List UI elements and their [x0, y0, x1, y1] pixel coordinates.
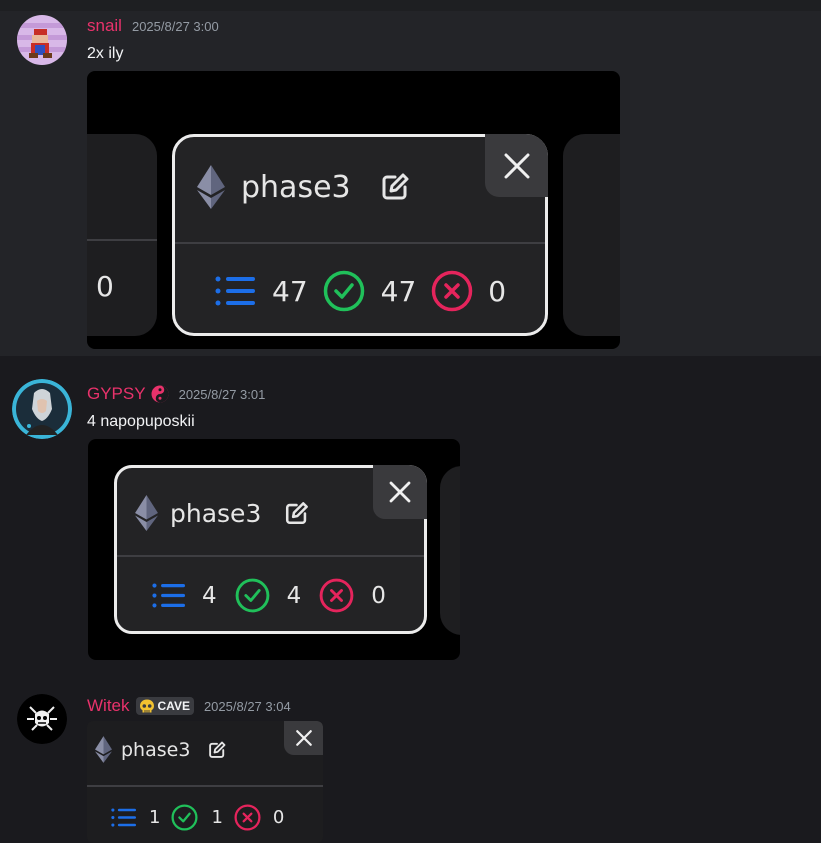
username[interactable]: snail	[87, 16, 122, 36]
image-attachment[interactable]: phase3 1 1 0	[87, 721, 323, 843]
avatar[interactable]	[12, 379, 72, 439]
divider	[117, 555, 424, 557]
card-title: phase3	[241, 169, 351, 205]
divider	[87, 785, 323, 787]
divider	[175, 242, 545, 244]
total-count: 1	[149, 807, 161, 828]
edit-icon[interactable]	[283, 500, 310, 527]
x-circle-icon	[432, 270, 473, 312]
badge-label: CAVE	[157, 699, 190, 713]
stats-row: 4 4 0	[152, 578, 386, 613]
skull-icon	[139, 699, 154, 712]
timestamp: 2025/8/27 3:01	[178, 386, 266, 402]
stats-card: phase3 1 1 0	[87, 721, 323, 843]
ethereum-icon	[135, 495, 158, 531]
message-witek: Witek CAVE 2025/8/27 3:04 phase3 1 1 0	[0, 671, 821, 843]
stat-value: 0	[96, 270, 114, 303]
previous-card-partial: 0	[87, 134, 157, 336]
check-circle-icon	[171, 804, 198, 831]
failed-count: 0	[488, 274, 507, 308]
card-title: phase3	[170, 498, 262, 528]
avatar[interactable]	[17, 15, 67, 65]
success-count: 4	[286, 582, 302, 609]
message-snail: snail 2025/8/27 3:00 2x ily 0 phase3 47 …	[0, 11, 821, 356]
card-title: phase3	[121, 738, 191, 761]
stats-row: 1 1 0	[111, 804, 284, 831]
edit-icon[interactable]	[379, 171, 411, 203]
ethereum-icon	[197, 165, 225, 209]
top-bar	[0, 0, 821, 11]
list-icon	[111, 808, 136, 827]
stats-row: 47 47 0	[215, 270, 506, 312]
list-icon	[152, 583, 185, 608]
image-attachment[interactable]: 0 phase3 47 47 0	[87, 71, 620, 349]
message-gypsy: GYPSY 2025/8/27 3:01 4 napopuposkii phas…	[0, 356, 821, 671]
stats-card: phase3 47 47 0	[172, 134, 548, 336]
guild-tag-badge[interactable]: CAVE	[135, 697, 194, 715]
success-count: 47	[380, 274, 417, 308]
success-count: 1	[211, 807, 223, 828]
avatar[interactable]	[17, 694, 67, 744]
timestamp: 2025/8/27 3:04	[203, 698, 291, 714]
username[interactable]: Witek	[87, 696, 130, 716]
close-button[interactable]	[485, 134, 548, 197]
next-card-partial	[563, 134, 620, 336]
close-button[interactable]	[373, 465, 427, 519]
next-card-partial	[440, 466, 460, 635]
edit-icon[interactable]	[207, 740, 227, 760]
failed-count: 0	[371, 582, 386, 609]
close-icon	[504, 153, 529, 178]
message-text: 4 napopuposkii	[87, 413, 195, 430]
close-button[interactable]	[284, 721, 323, 755]
list-icon	[215, 276, 255, 306]
timestamp: 2025/8/27 3:00	[131, 18, 219, 34]
x-circle-icon	[319, 578, 354, 613]
image-attachment[interactable]: phase3 4 4 0	[88, 439, 460, 660]
stats-card: phase3 4 4 0	[114, 465, 427, 634]
username[interactable]: GYPSY	[87, 384, 146, 404]
check-circle-icon	[323, 270, 364, 312]
total-count: 4	[202, 582, 217, 609]
total-count: 47	[272, 274, 308, 308]
close-icon	[295, 730, 312, 746]
ethereum-icon	[95, 736, 112, 763]
failed-count: 0	[272, 807, 285, 828]
close-icon	[389, 481, 411, 503]
yin-yang-icon	[151, 385, 169, 403]
message-text: 2x ily	[87, 45, 124, 62]
check-circle-icon	[235, 578, 270, 613]
x-circle-icon	[234, 804, 261, 831]
